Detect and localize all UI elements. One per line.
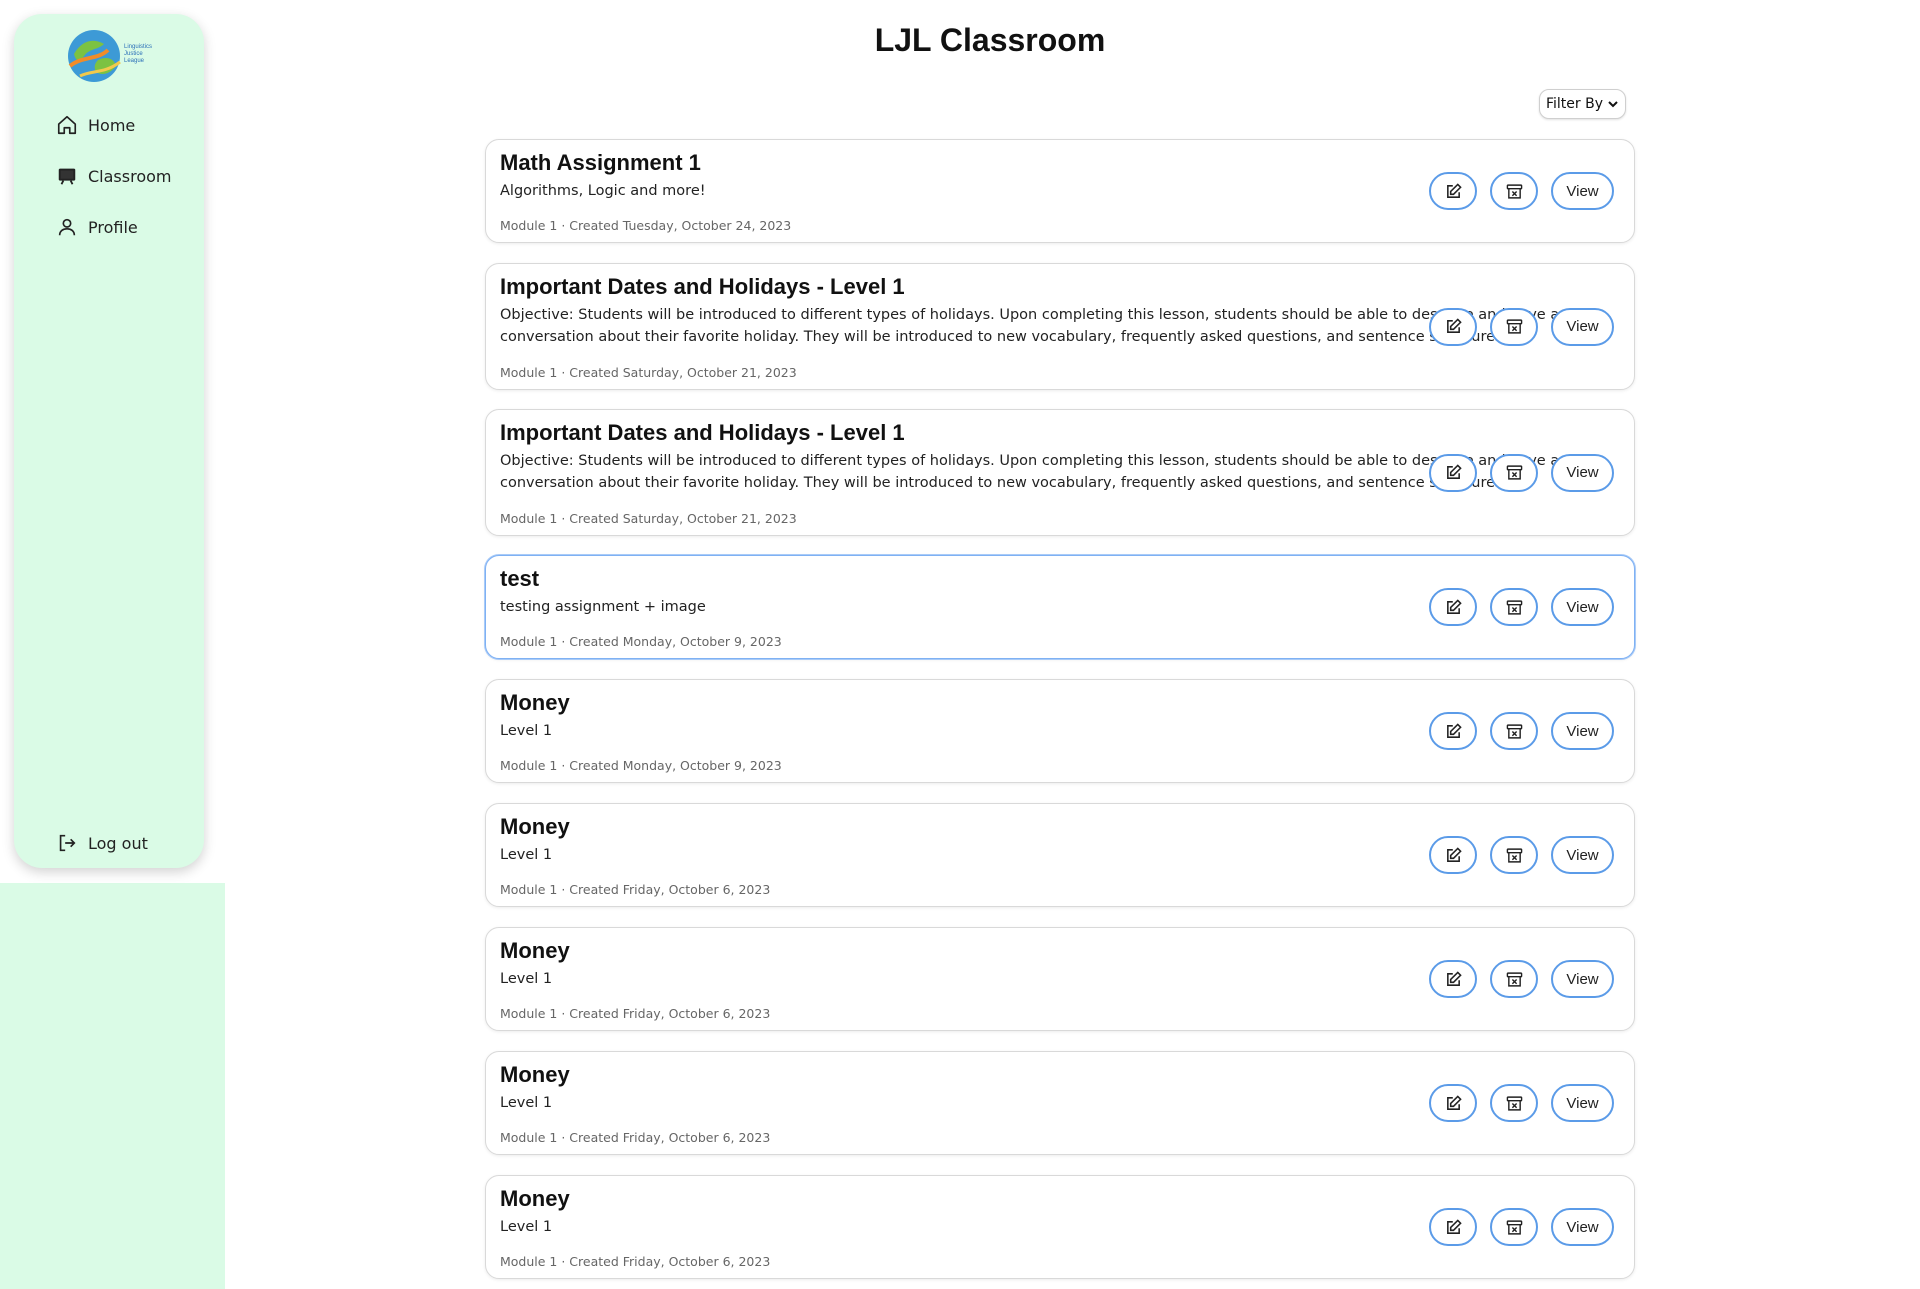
archive-button[interactable]: [1490, 172, 1538, 210]
archive-icon: [1506, 847, 1522, 863]
archive-button[interactable]: [1490, 1208, 1538, 1246]
archive-button[interactable]: [1490, 453, 1538, 492]
view-button[interactable]: View: [1551, 836, 1614, 874]
archive-button[interactable]: [1490, 307, 1538, 346]
card-meta: Module 1 · Created Friday, October 6, 20…: [500, 1254, 771, 1269]
edit-button[interactable]: [1429, 1208, 1477, 1246]
card-actions: View: [1429, 172, 1614, 210]
user-icon: [58, 218, 76, 236]
edit-button[interactable]: [1429, 836, 1477, 874]
edit-icon: [1446, 970, 1462, 986]
archive-icon: [1506, 465, 1522, 480]
view-button[interactable]: View: [1551, 453, 1614, 492]
card-meta: Module 1 · Created Monday, October 9, 20…: [500, 758, 782, 773]
view-button[interactable]: View: [1551, 588, 1614, 626]
chevron-down-icon: [1608, 101, 1618, 108]
logout-label: Log out: [88, 833, 148, 853]
assignment-card: Money Level 1 Module 1 · Created Friday,…: [485, 927, 1635, 1031]
card-actions: View: [1429, 453, 1614, 492]
archive-button[interactable]: [1490, 588, 1538, 626]
card-actions: View: [1429, 960, 1614, 998]
card-actions: View: [1429, 307, 1614, 346]
edit-icon: [1446, 846, 1462, 862]
archive-icon: [1506, 599, 1522, 615]
card-title: Important Dates and Holidays - Level 1: [500, 420, 905, 445]
edit-icon: [1446, 722, 1462, 738]
assignment-card: Money Level 1 Module 1 · Created Friday,…: [485, 1175, 1635, 1279]
edit-button[interactable]: [1429, 172, 1477, 210]
archive-icon: [1506, 319, 1522, 334]
assignment-card: Money Level 1 Module 1 · Created Monday,…: [485, 679, 1635, 783]
card-actions: View: [1429, 1208, 1614, 1246]
assignment-card: Important Dates and Holidays - Level 1 O…: [485, 409, 1635, 536]
card-actions: View: [1429, 836, 1614, 874]
edit-button[interactable]: [1429, 960, 1477, 998]
page-title: LJL Classroom: [874, 22, 1106, 58]
edit-icon: [1446, 318, 1462, 333]
edit-icon: [1446, 464, 1462, 479]
archive-button[interactable]: [1490, 1084, 1538, 1122]
filter-label: Filter By: [1545, 96, 1603, 112]
assignment-card: Important Dates and Holidays - Level 1 O…: [485, 263, 1635, 390]
archive-icon: [1506, 1219, 1522, 1235]
sidebar-item-label: Home: [88, 115, 136, 135]
home-icon: [57, 115, 77, 135]
edit-button[interactable]: [1429, 712, 1477, 750]
card-actions: View: [1429, 588, 1614, 626]
assignment-list: Math Assignment 1 Algorithms, Logic and …: [485, 139, 1635, 1289]
assignment-card-selected: test testing assignment + image Module 1…: [485, 555, 1635, 659]
archive-icon: [1506, 723, 1522, 739]
assignment-card: Money Level 1 Module 1 · Created Friday,…: [485, 803, 1635, 907]
card-actions: View: [1429, 1084, 1614, 1122]
edit-button[interactable]: [1429, 307, 1477, 346]
card-meta: Module 1 · Created Monday, October 9, 20…: [500, 634, 782, 649]
card-meta: Module 1 · Created Friday, October 6, 20…: [500, 1130, 771, 1145]
sidebar-item-profile[interactable]: Profile: [56, 216, 138, 238]
sidebar-item-home[interactable]: Home: [56, 114, 135, 136]
card-meta: Module 1 · Created Saturday, October 21,…: [500, 511, 797, 526]
card-meta: Module 1 · Created Tuesday, October 24, …: [500, 218, 792, 233]
edit-button[interactable]: [1429, 453, 1477, 492]
sidebar-item-label: Classroom: [88, 166, 172, 186]
edit-icon: [1446, 182, 1462, 198]
logout-button[interactable]: Log out: [56, 832, 148, 854]
sidebar-item-classroom[interactable]: Classroom: [56, 165, 171, 187]
archive-button[interactable]: [1490, 960, 1538, 998]
assignment-card: Money Level 1 Module 1 · Created Friday,…: [485, 1051, 1635, 1155]
archive-button[interactable]: [1490, 712, 1538, 750]
sidebar-item-label: Profile: [88, 217, 138, 237]
card-meta: Module 1 · Created Saturday, October 21,…: [500, 365, 797, 380]
view-button[interactable]: View: [1551, 712, 1614, 750]
view-button[interactable]: View: [1551, 307, 1614, 346]
edit-icon: [1446, 598, 1462, 614]
edit-button[interactable]: [1429, 588, 1477, 626]
logout-icon: [59, 834, 76, 852]
archive-icon: [1506, 971, 1522, 987]
assignment-card: Math Assignment 1 Algorithms, Logic and …: [485, 139, 1635, 243]
card-actions: View: [1429, 712, 1614, 750]
archive-icon: [1506, 183, 1522, 199]
view-button[interactable]: View: [1551, 1208, 1614, 1246]
archive-button[interactable]: [1490, 836, 1538, 874]
view-button[interactable]: View: [1551, 960, 1614, 998]
edit-icon: [1446, 1218, 1462, 1234]
edit-button[interactable]: [1429, 1084, 1477, 1122]
filter-dropdown[interactable]: Filter By: [1539, 89, 1626, 119]
view-button[interactable]: View: [1551, 172, 1614, 210]
sidebar: Linguistics Justice League Home Classroo…: [14, 14, 204, 868]
card-meta: Module 1 · Created Friday, October 6, 20…: [500, 882, 771, 897]
card-title: Important Dates and Holidays - Level 1: [500, 274, 905, 299]
card-meta: Module 1 · Created Friday, October 6, 20…: [500, 1006, 771, 1021]
classroom-icon: [58, 168, 76, 185]
sidebar-background: [0, 883, 225, 1289]
view-button[interactable]: View: [1551, 1084, 1614, 1122]
archive-icon: [1506, 1095, 1522, 1111]
edit-icon: [1446, 1094, 1462, 1110]
